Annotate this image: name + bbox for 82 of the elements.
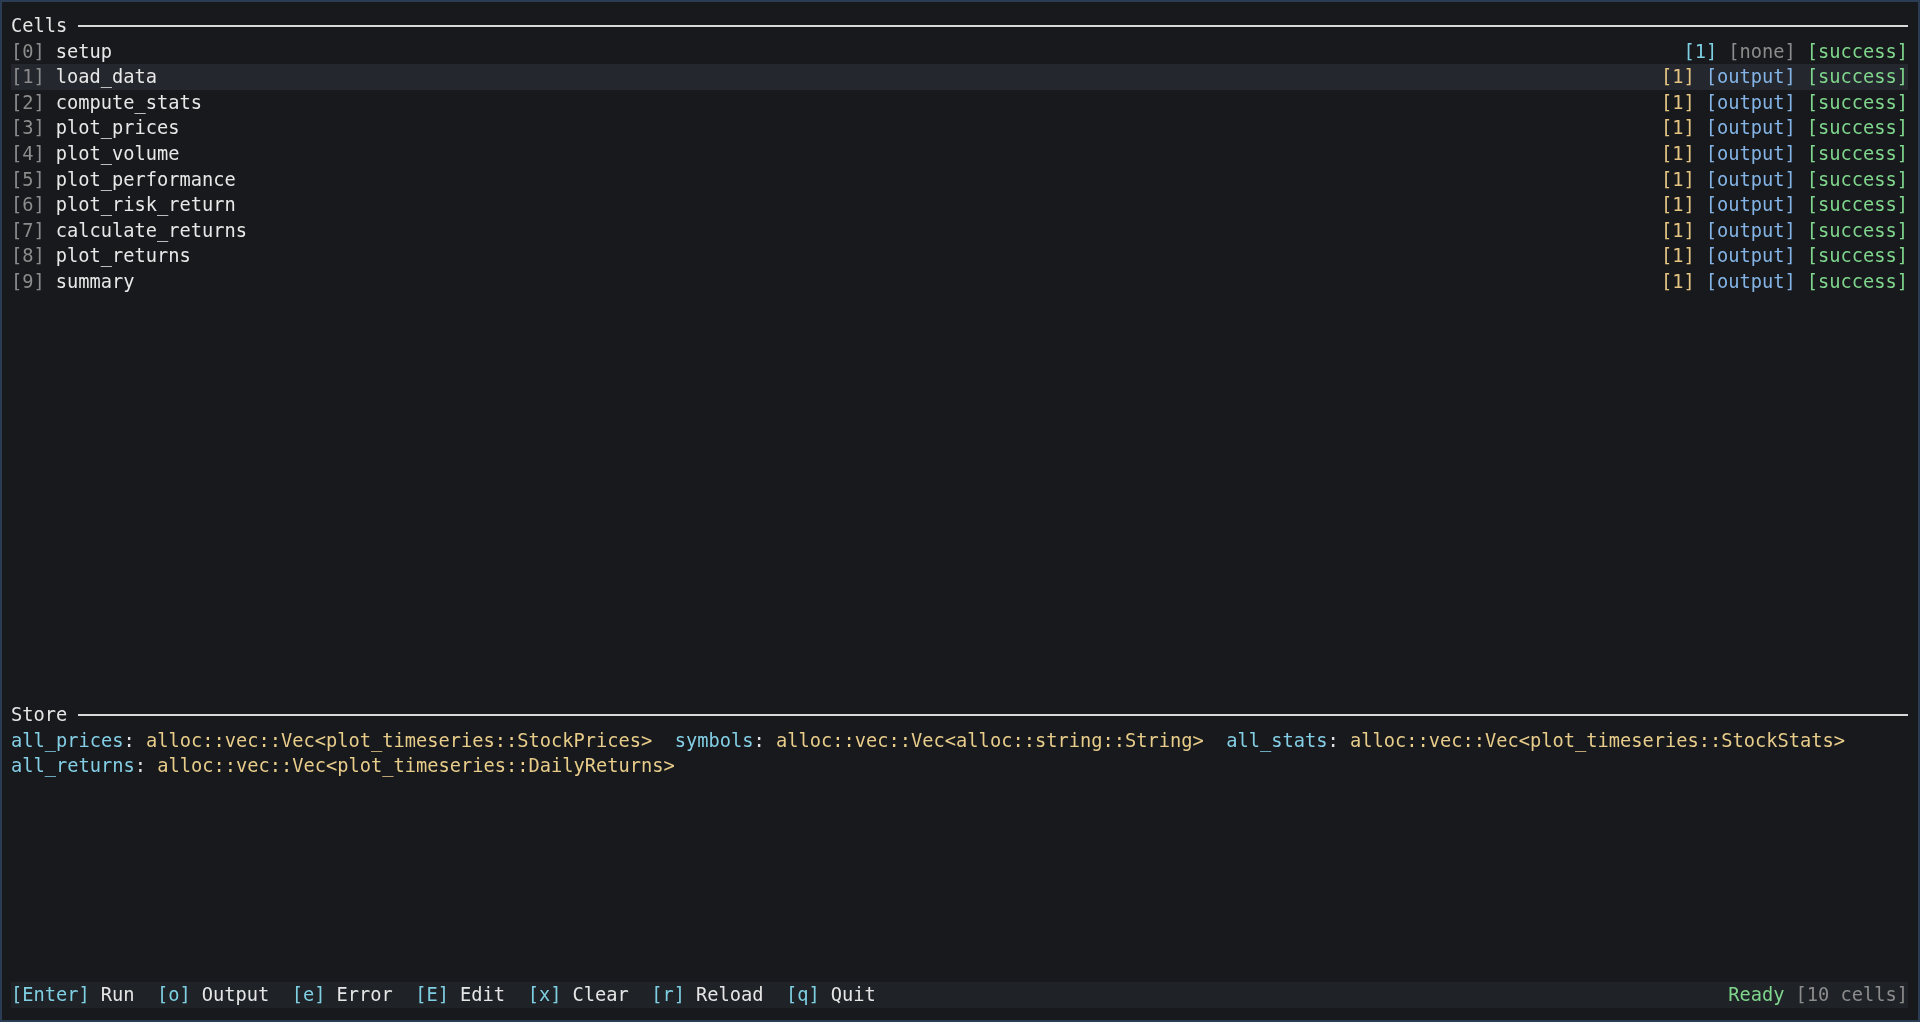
status-tag: [success] [1806,243,1908,269]
hint-label: Run [100,983,135,1008]
cell-row[interactable]: [5] plot_performance [1] [output] [success] [11,166,1908,193]
cell-index: [8] [11,244,45,269]
section-title: Store [11,703,68,727]
cell-name: setup [55,39,113,64]
run-count: [1] [1660,65,1695,90]
cell-name: load_data [55,65,158,90]
output-tag: [output] [1705,243,1796,269]
cell-name: plot_performance [55,167,236,193]
run-count: [1] [1683,39,1718,64]
run-count: [1] [1660,218,1695,243]
cell-row[interactable]: [1] load_data [1] [output] [success] [11,64,1908,90]
store-entry: all_stats: alloc::vec::Vec<plot_timeseries::StockStats> [1226,728,1845,754]
cell-row[interactable]: [2] compute_stats [1] [output] [success] [11,89,1908,116]
cell-index: [2] [11,90,45,115]
cell-index: [0] [11,39,45,64]
cell-name: plot_prices [55,116,180,141]
cell-name: compute_stats [55,90,203,116]
output-tag: [output] [1705,192,1796,218]
cell-name: summary [55,269,135,294]
cell-name: plot_volume [55,141,180,167]
run-count: [1] [1660,269,1695,294]
run-count: [1] [1660,244,1695,269]
output-tag: [output] [1705,115,1796,141]
cell-index: [9] [11,269,45,294]
run-count: [1] [1660,193,1695,218]
output-tag: [output] [1705,140,1796,167]
run-count: [1] [1660,90,1695,115]
status-text: Ready [1728,983,1785,1008]
status-tag: [success] [1806,192,1908,218]
output-tag: [output] [1705,166,1796,193]
status-tag: [success] [1806,268,1908,295]
key-label: [Enter] [11,983,90,1008]
status-tag: [success] [1806,38,1908,65]
cell-count: [10 cells] [1795,983,1908,1008]
output-tag: [output] [1705,89,1796,116]
key-label: [q] [785,983,820,1008]
cell-name: plot_returns [55,244,191,269]
cell-name: calculate_returns [55,218,248,244]
cell-index: [6] [11,193,45,218]
cell-index: [7] [11,218,45,243]
key-label: [o] [157,983,191,1008]
status-tag: [success] [1806,115,1908,141]
output-tag: [none] [1728,38,1796,65]
run-count: [1] [1660,167,1695,192]
section-title: Cells [11,14,68,38]
key-label: [x] [527,983,562,1008]
output-tag: [output] [1705,268,1796,295]
cell-row[interactable]: [4] plot_volume [1] [output] [success] [11,140,1908,167]
cell-row[interactable]: [8] plot_returns [1] [output] [success] [11,243,1908,269]
cell-row[interactable]: [0] setup [1] [none] [success] [11,38,1908,65]
run-count: [1] [1660,141,1695,166]
hint-label: Error [336,983,393,1008]
status-tag: [success] [1806,166,1908,193]
cell-index: [4] [11,141,45,166]
hint-label: Output [201,983,270,1008]
key-label: [E] [415,983,450,1008]
store-entry: all_prices: alloc::vec::Vec<plot_timeseries::StockPrices> [11,728,653,754]
store-entry: all_returns: alloc::vec::Vec<plot_timeseries::DailyReturns> [11,754,675,779]
cell-row[interactable]: [7] calculate_returns [1] [output] [success] [11,217,1908,244]
cell-row[interactable]: [3] plot_prices [1] [output] [success] [11,115,1908,141]
run-count: [1] [1660,116,1695,141]
status-tag: [success] [1806,64,1908,90]
hint-label: Quit [830,983,876,1008]
hint-label: Edit [460,983,506,1008]
key-label: [e] [291,983,326,1008]
hint-label: Clear [572,983,629,1008]
key-label: [r] [651,983,685,1008]
cell-row[interactable]: [9] summary [1] [output] [success] [11,268,1908,295]
cell-row[interactable]: [6] plot_risk_return [1] [output] [success] [11,192,1908,218]
status-tag: [success] [1806,217,1908,244]
hint-label: Reload [695,983,764,1008]
cell-index: [1] [11,65,45,90]
output-tag: [output] [1705,217,1796,244]
output-tag: [output] [1705,64,1796,90]
cell-index: [3] [11,116,45,141]
store-entry: symbols: alloc::vec::Vec<alloc::string::String> [674,728,1204,753]
status-tag: [success] [1806,89,1908,116]
cell-index: [5] [11,167,45,192]
status-tag: [success] [1806,140,1908,167]
cell-name: plot_risk_return [55,193,236,218]
